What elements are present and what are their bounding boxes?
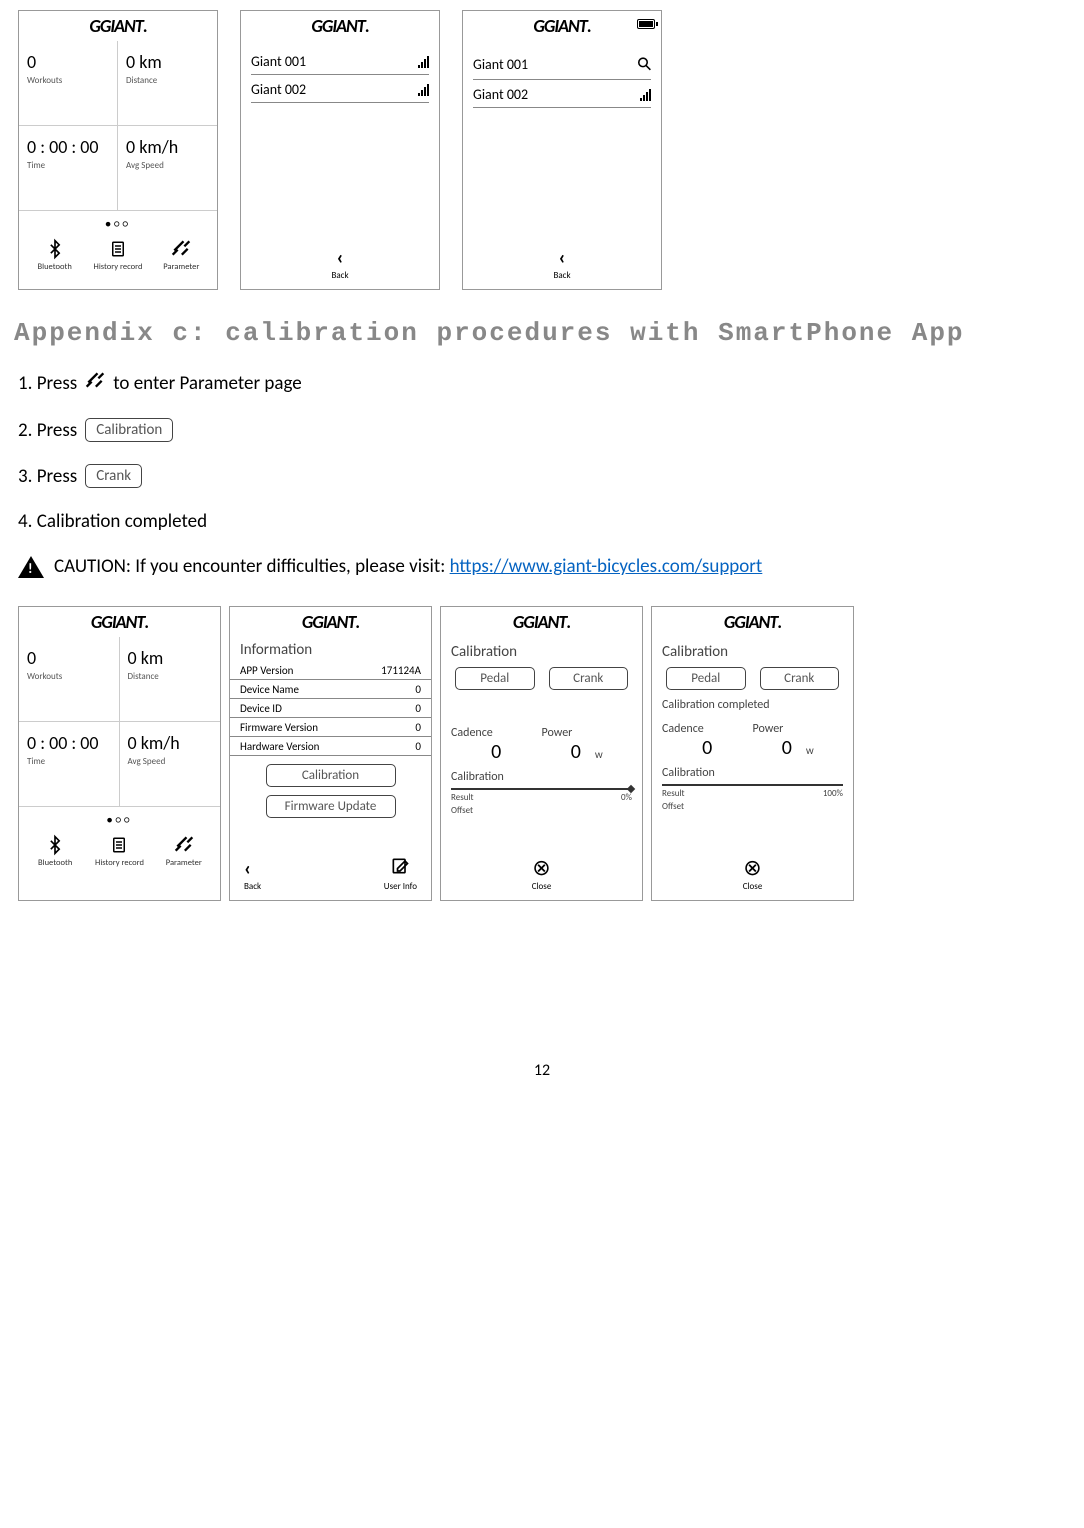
- edit-icon: [384, 856, 417, 881]
- screenshot-home-2: GGIANT. 0Workouts 0 kmDistance 0 : 00 : …: [18, 606, 221, 901]
- close-button[interactable]: ⊗ Close: [441, 854, 642, 892]
- nav-parameter[interactable]: Parameter: [150, 238, 213, 272]
- stat-distance: 0 km Distance: [118, 41, 217, 126]
- screenshot-calibration-100: GGIANT. Calibration Pedal Crank Calibrat…: [651, 606, 854, 901]
- device-row[interactable]: Giant 001 ⚲: [473, 47, 651, 80]
- chevron-left-icon: ‹: [241, 246, 439, 270]
- giant-logo: GGIANT.: [513, 611, 570, 633]
- calibration-button-inline: Calibration: [85, 418, 173, 442]
- firmware-update-button[interactable]: Firmware Update: [266, 795, 396, 818]
- tools-icon: [150, 238, 213, 262]
- progress-bar: [662, 784, 843, 786]
- user-info-button[interactable]: User Info: [384, 856, 417, 892]
- battery-icon: [637, 19, 655, 29]
- info-row: Hardware Version0: [230, 737, 431, 756]
- stat-avgspeed: 0 km/h Avg Speed: [118, 126, 217, 211]
- calibration-title: Calibration: [652, 637, 853, 667]
- info-row: APP Version171124A: [230, 661, 431, 680]
- calibration-title: Calibration: [441, 637, 642, 667]
- back-button[interactable]: ‹ Back: [463, 246, 661, 281]
- screenshot-information: GGIANT. Information APP Version171124A D…: [229, 606, 432, 901]
- nav-bluetooth[interactable]: Bluetooth: [23, 238, 86, 272]
- nav-history[interactable]: History record: [87, 238, 150, 272]
- screenshot-calibration-0: GGIANT. Calibration Pedal Crank Cadence …: [440, 606, 643, 901]
- info-row: Device Name0: [230, 680, 431, 699]
- step-3: 3. Press Crank: [18, 464, 1066, 488]
- device-row[interactable]: Giant 002: [473, 80, 651, 108]
- giant-logo: GGIANT.: [533, 15, 590, 37]
- tools-icon: [152, 834, 216, 858]
- warning-icon: [18, 556, 44, 578]
- tools-icon: [85, 370, 105, 396]
- stat-time: 0 : 00 : 00 Time: [19, 126, 118, 211]
- pedal-button[interactable]: Pedal: [455, 667, 535, 690]
- giant-logo: GGIANT.: [302, 611, 359, 633]
- step-4: 4. Calibration completed: [18, 510, 1066, 533]
- calibration-button[interactable]: Calibration: [266, 764, 396, 787]
- giant-logo: GGIANT.: [91, 611, 148, 633]
- power-block: Power 0w: [542, 726, 633, 764]
- close-button[interactable]: ⊗ Close: [652, 854, 853, 892]
- device-row[interactable]: Giant 001: [251, 47, 429, 75]
- info-title: Information: [230, 637, 431, 661]
- info-row: Device ID0: [230, 699, 431, 718]
- page-dots: ●○○: [19, 217, 217, 230]
- pedal-button[interactable]: Pedal: [666, 667, 746, 690]
- giant-logo: GGIANT.: [89, 15, 146, 37]
- link-icon: ⚲: [632, 52, 657, 77]
- crank-button[interactable]: Crank: [549, 667, 629, 690]
- crank-button-inline: Crank: [85, 464, 142, 488]
- step-1: 1. Press to enter Parameter page: [18, 370, 1066, 396]
- cadence-block: Cadence 0: [451, 726, 542, 764]
- signal-icon: [418, 56, 429, 68]
- progress-bar: [451, 788, 632, 790]
- bluetooth-icon: [23, 834, 87, 858]
- info-row: Firmware Version0: [230, 718, 431, 737]
- stat-workouts: 0 Workouts: [19, 41, 118, 126]
- device-row[interactable]: Giant 002: [251, 75, 429, 103]
- giant-logo: GGIANT.: [311, 15, 368, 37]
- logo-bar: GGIANT.: [19, 11, 217, 41]
- document-icon: [87, 238, 150, 262]
- chevron-left-icon: ‹: [463, 246, 661, 270]
- screenshot-devices-linked: GGIANT. Giant 001 ⚲ Giant 002 ‹ Back: [462, 10, 662, 290]
- support-link[interactable]: https://www.giant-bicycles.com/support: [450, 555, 763, 578]
- cadence-block: Cadence 0: [662, 722, 753, 760]
- screenshot-devices-signal: GGIANT. Giant 001 Giant 002 ‹ Back: [240, 10, 440, 290]
- step-2: 2. Press Calibration: [18, 418, 1066, 442]
- calibration-completed-text: Calibration completed: [652, 690, 853, 712]
- power-block: Power 0w: [753, 722, 844, 760]
- caution-note: CAUTION: If you encounter difficulties, …: [18, 555, 1066, 578]
- close-icon: ⊗: [441, 854, 642, 881]
- nav-parameter[interactable]: Parameter: [152, 834, 216, 868]
- document-icon: [88, 834, 152, 858]
- close-icon: ⊗: [652, 854, 853, 881]
- appendix-heading: Appendix c: calibration procedures with …: [14, 318, 1066, 348]
- giant-logo: GGIANT.: [724, 611, 781, 633]
- nav-bluetooth[interactable]: Bluetooth: [23, 834, 87, 868]
- crank-button[interactable]: Crank: [760, 667, 840, 690]
- nav-history[interactable]: History record: [88, 834, 152, 868]
- signal-icon: [418, 84, 429, 96]
- back-button[interactable]: ‹ Back: [241, 246, 439, 281]
- screenshot-home: GGIANT. 0 Workouts 0 km Distance 0 : 00 …: [18, 10, 218, 290]
- bluetooth-icon: [23, 238, 86, 262]
- signal-icon: [640, 89, 651, 101]
- page-number: 12: [18, 1061, 1066, 1080]
